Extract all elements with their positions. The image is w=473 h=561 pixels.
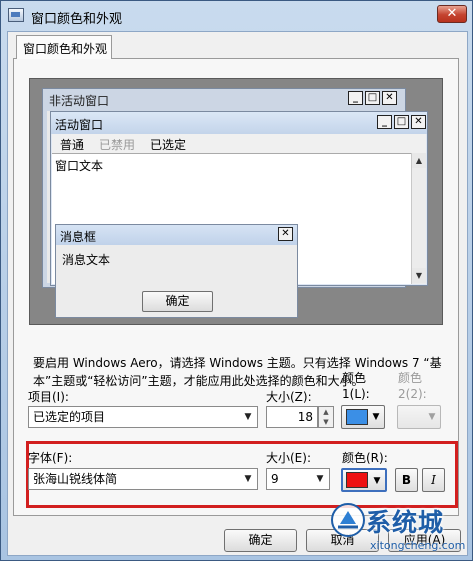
font-size-label: 大小(E): <box>266 451 311 465</box>
spin-up-icon[interactable]: ▲ <box>319 407 333 417</box>
size-input[interactable]: 18 <box>266 406 318 428</box>
color1-label-accel: 1(L): <box>342 387 370 401</box>
chevron-down-icon: ▼ <box>316 474 324 484</box>
maximize-icon: □ <box>365 91 380 105</box>
appearance-preview[interactable]: 非活动窗口 _ □ ✕ 活动窗口 _ □ ✕ 普通 已禁用 已选定 窗口文本 ▲… <box>29 78 443 325</box>
color1-picker-button[interactable]: ▼ <box>341 405 385 429</box>
active-window-titlebar: 活动窗口 _ □ ✕ <box>51 112 427 134</box>
scroll-down-icon[interactable]: ▼ <box>412 268 426 283</box>
active-window-title: 活动窗口 <box>55 118 104 132</box>
font-select[interactable]: 张海山锐线体简 ▼ <box>28 468 258 490</box>
message-box-titlebar: 消息框 ✕ <box>56 225 297 245</box>
close-icon: ✕ <box>278 227 293 241</box>
chevron-down-icon: ▼ <box>428 412 436 422</box>
font-select-value: 张海山锐线体简 <box>33 472 118 486</box>
minimize-icon: _ <box>348 91 363 105</box>
window-text-sample: 窗口文本 <box>55 159 104 173</box>
close-icon: ✕ <box>382 91 397 105</box>
italic-button[interactable]: I <box>422 468 445 492</box>
ok-button[interactable]: 确定 <box>224 529 297 552</box>
font-label: 字体(F): <box>28 451 73 465</box>
close-icon: ✕ <box>411 115 426 129</box>
menu-item-disabled[interactable]: 已禁用 <box>99 136 135 153</box>
color2-picker-button[interactable]: ▼ <box>397 405 441 429</box>
message-box-sample[interactable]: 消息框 ✕ 消息文本 确定 <box>55 224 298 318</box>
font-color-picker-button[interactable]: ▼ <box>341 468 387 492</box>
chevron-down-icon: ▼ <box>244 412 252 422</box>
dialog-window: 窗口颜色和外观 ✕ 窗口颜色和外观 非活动窗口 _ □ ✕ 活动窗口 _ □ ✕… <box>0 0 473 561</box>
title-bar[interactable]: 窗口颜色和外观 ✕ <box>1 1 472 31</box>
minimize-icon: _ <box>377 115 392 129</box>
watermark-url: xitongcheng.com <box>370 539 466 552</box>
dialog-client-area: 窗口颜色和外观 非活动窗口 _ □ ✕ 活动窗口 _ □ ✕ 普通 已禁用 已选… <box>7 31 468 556</box>
font-size-select[interactable]: 9 ▼ <box>266 468 330 490</box>
watermark: 系统城 xitongcheng.com <box>330 500 470 558</box>
inactive-window-title: 非活动窗口 <box>49 94 110 108</box>
item-select[interactable]: 已选定的项目 ▼ <box>28 406 258 428</box>
chevron-down-icon: ▼ <box>373 476 381 486</box>
font-color-label: 颜色(R): <box>342 451 388 465</box>
color1-swatch <box>346 409 368 425</box>
bold-button[interactable]: B <box>395 468 418 492</box>
tab-window-color-appearance[interactable]: 窗口颜色和外观 <box>16 35 112 59</box>
font-color-swatch <box>346 472 368 488</box>
maximize-icon: □ <box>394 115 409 129</box>
item-select-value: 已选定的项目 <box>33 410 106 424</box>
menu-bar-sample: 普通 已禁用 已选定 <box>52 134 426 153</box>
color2-label: 颜色 <box>398 371 423 385</box>
menu-item-selected[interactable]: 已选定 <box>150 136 186 153</box>
message-text-sample: 消息文本 <box>62 253 111 267</box>
size-spinner[interactable]: ▲ ▼ <box>318 406 334 428</box>
xitongcheng-logo-icon <box>331 503 365 537</box>
color1-label: 颜色 <box>342 371 367 385</box>
menu-item-normal[interactable]: 普通 <box>60 136 84 153</box>
scroll-up-icon[interactable]: ▲ <box>412 153 426 168</box>
close-button[interactable]: ✕ <box>437 5 467 23</box>
size-label: 大小(Z): <box>266 390 312 404</box>
window-title: 窗口颜色和外观 <box>31 12 123 27</box>
message-box-ok-button[interactable]: 确定 <box>142 291 213 312</box>
chevron-down-icon: ▼ <box>244 474 252 484</box>
chevron-down-icon: ▼ <box>372 412 380 422</box>
font-size-value: 9 <box>271 472 279 486</box>
item-label: 项目(I): <box>28 390 69 404</box>
watermark-brand: 系统城 <box>366 508 445 537</box>
spin-down-icon[interactable]: ▼ <box>319 417 333 427</box>
aero-description: 要启用 Windows Aero，请选择 Windows 主题。只有选择 Win… <box>33 356 442 388</box>
message-box-title: 消息框 <box>60 230 97 244</box>
color2-label-accel: 2(2): <box>398 387 427 401</box>
scrollbar-sample[interactable]: ▲ ▼ <box>411 153 426 284</box>
display-properties-icon <box>8 8 24 22</box>
